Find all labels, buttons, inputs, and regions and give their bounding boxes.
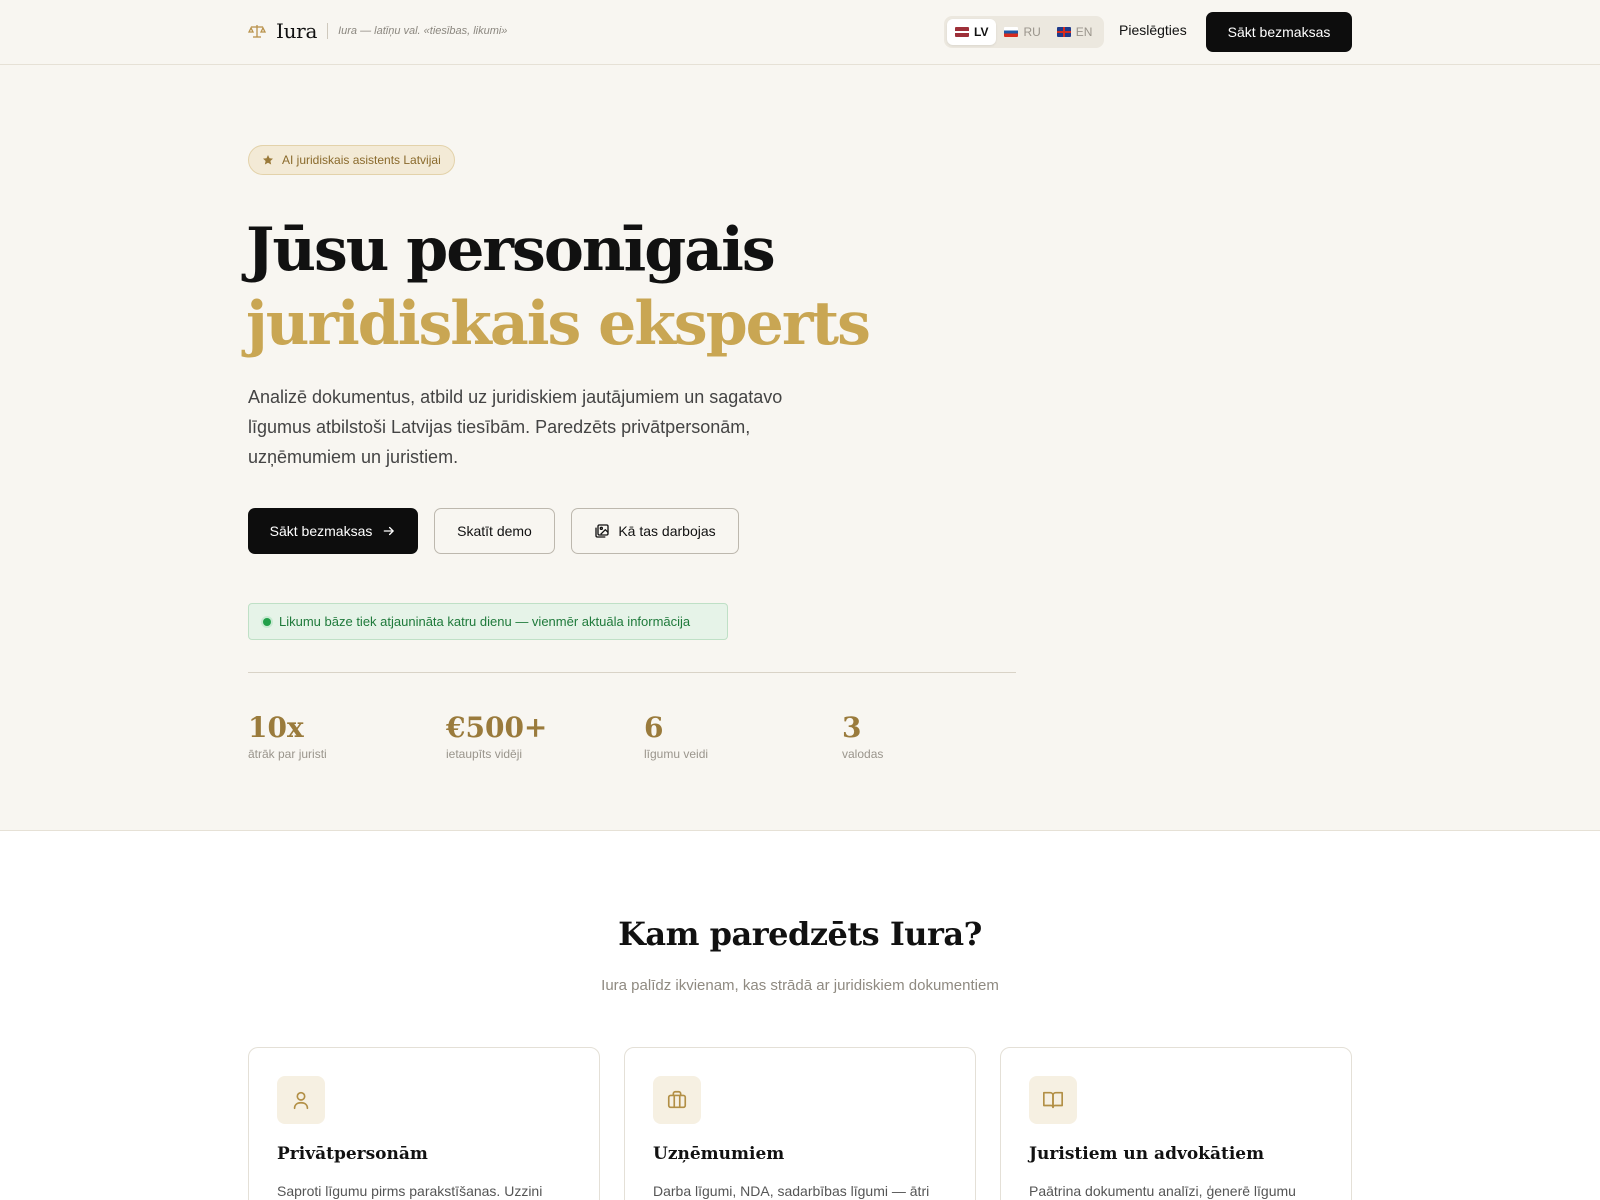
login-link[interactable]: Pieslēgties bbox=[1119, 22, 1187, 38]
how-it-works-button[interactable]: Kā tas darbojas bbox=[571, 508, 739, 554]
star-icon bbox=[263, 155, 273, 165]
russia-flag-icon bbox=[1004, 27, 1019, 37]
logo-tagline: Iura — latīņu val. «tiesības, likumi» bbox=[338, 25, 508, 37]
section-subtitle: Iura palīdz ikvienam, kas strādā ar juri… bbox=[601, 977, 999, 994]
card-icon-wrap bbox=[653, 1076, 701, 1124]
notice-text: Likumu bāze tiek atjaunināta katru dienu… bbox=[279, 614, 691, 629]
audience-card-individuals[interactable]: Privātpersonām Saproti līgumu pirms para… bbox=[248, 1047, 600, 1200]
lang-option-ru[interactable]: RU bbox=[996, 19, 1048, 45]
hero-badge: AI juridiskais asistents Latvijai bbox=[248, 145, 455, 175]
lang-code: RU bbox=[1023, 25, 1041, 39]
hero-description: Analizē dokumentus, atbild uz juridiskie… bbox=[248, 387, 783, 467]
audience-card-companies[interactable]: Uzņēmumiem Darba līgumi, NDA, sadarbības… bbox=[624, 1047, 976, 1200]
section-title: Kam paredzēts Iura? bbox=[618, 915, 982, 953]
how-it-works-label: Kā tas darbojas bbox=[618, 523, 716, 539]
stat-languages: 3 valodas bbox=[842, 711, 883, 761]
arrow-right-icon bbox=[384, 526, 395, 536]
lang-code: LV bbox=[974, 25, 989, 39]
card-title: Privātpersonām bbox=[277, 1144, 428, 1164]
card-text: Darba līgumi, NDA, sadarbības līgumi — ā… bbox=[653, 1183, 930, 1199]
stat-label: ātrāk par juristi bbox=[248, 747, 327, 761]
stat-value: 10x bbox=[248, 711, 304, 744]
start-free-label: Sākt bezmaksas bbox=[269, 523, 373, 539]
stat-value: 3 bbox=[842, 711, 862, 744]
lang-option-lv[interactable]: LV bbox=[947, 19, 997, 45]
stat-value: €500+ bbox=[446, 711, 548, 744]
card-title: Uzņēmumiem bbox=[653, 1144, 785, 1164]
language-switcher: LV RU EN bbox=[944, 16, 1104, 48]
scales-icon bbox=[248, 25, 266, 38]
hero-title-line1: Jūsu personīgais bbox=[246, 215, 776, 285]
hero-title-line2: juridiskais eksperts bbox=[246, 289, 871, 359]
hero-section: AI juridiskais asistents Latvijai Jūsu p… bbox=[0, 65, 1600, 831]
stat-label: līgumu veidi bbox=[644, 747, 709, 761]
status-dot-icon bbox=[263, 617, 271, 626]
hero-title: Jūsu personīgais juridiskais eksperts bbox=[246, 213, 871, 361]
briefcase-icon bbox=[667, 1090, 687, 1109]
stat-savings: €500+ ietaupīts vidēji bbox=[446, 711, 547, 761]
stat-contract-types: 6 līgumu veidi bbox=[644, 711, 708, 761]
stat-speed: 10x ātrāk par juristi bbox=[248, 711, 327, 761]
logo[interactable]: Iura Iura — latīņu val. «tiesības, likum… bbox=[248, 19, 507, 43]
hero-cta-row: Sākt bezmaksas Skatīt demo Kā tas darboj… bbox=[248, 508, 739, 554]
card-title: Juristiem un advokātiem bbox=[1029, 1144, 1265, 1164]
card-icon-wrap bbox=[1029, 1076, 1077, 1124]
logo-name: Iura bbox=[276, 19, 318, 43]
law-update-notice: Likumu bāze tiek atjaunināta katru dienu… bbox=[248, 603, 728, 640]
lang-code: EN bbox=[1075, 25, 1093, 39]
top-nav: Iura Iura — latīņu val. «tiesības, likum… bbox=[0, 0, 1600, 65]
stat-value: 6 bbox=[644, 711, 664, 744]
divider bbox=[248, 672, 1016, 673]
hero-badge-label: AI juridiskais asistents Latvijai bbox=[282, 153, 441, 167]
start-free-button[interactable]: Sākt bezmaksas bbox=[248, 508, 418, 554]
card-icon-wrap bbox=[277, 1076, 325, 1124]
images-icon bbox=[595, 524, 610, 538]
audience-card-lawyers[interactable]: Juristiem un advokātiem Paātrina dokumen… bbox=[1000, 1047, 1352, 1200]
card-text: Saproti līgumu pirms parakstīšanas. Uzzi… bbox=[277, 1183, 543, 1199]
user-icon bbox=[293, 1091, 309, 1110]
stat-label: ietaupīts vidēji bbox=[446, 747, 523, 761]
view-demo-button[interactable]: Skatīt demo bbox=[434, 508, 555, 554]
card-text: Paātrina dokumentu analīzi, ģenerē līgum… bbox=[1029, 1183, 1296, 1199]
book-icon bbox=[1043, 1091, 1063, 1109]
header-start-free-button[interactable]: Sākt bezmaksas bbox=[1206, 12, 1352, 52]
uk-flag-icon bbox=[1056, 27, 1071, 37]
lang-option-en[interactable]: EN bbox=[1049, 19, 1101, 45]
logo-divider bbox=[327, 23, 329, 39]
latvia-flag-icon bbox=[955, 27, 969, 37]
stat-label: valodas bbox=[842, 747, 884, 761]
